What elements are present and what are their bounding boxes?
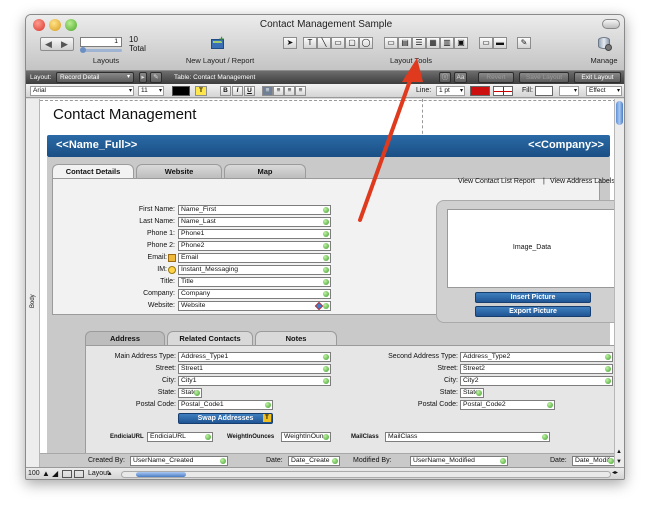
annotation-arrow-icon bbox=[358, 58, 423, 222]
